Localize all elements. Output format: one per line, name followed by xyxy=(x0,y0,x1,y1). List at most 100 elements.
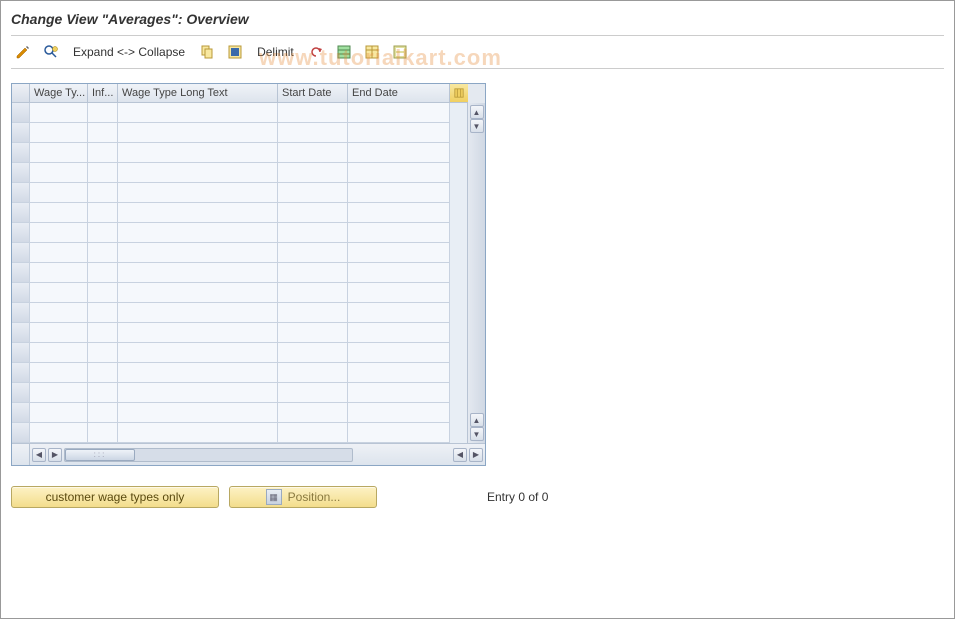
table-row[interactable] xyxy=(12,243,467,263)
row-selector[interactable] xyxy=(12,283,30,303)
cell-start-date[interactable] xyxy=(278,303,348,323)
cell-infotype[interactable] xyxy=(88,183,118,203)
cell-wage-long[interactable] xyxy=(118,323,278,343)
cell-end-date[interactable] xyxy=(348,243,450,263)
cell-start-date[interactable] xyxy=(278,203,348,223)
row-selector[interactable] xyxy=(12,163,30,183)
cell-wage-type[interactable] xyxy=(30,263,88,283)
row-selector[interactable] xyxy=(12,343,30,363)
cell-wage-type[interactable] xyxy=(30,343,88,363)
cell-end-date[interactable] xyxy=(348,143,450,163)
cell-start-date[interactable] xyxy=(278,243,348,263)
cell-start-date[interactable] xyxy=(278,183,348,203)
cell-end-date[interactable] xyxy=(348,183,450,203)
table-row[interactable] xyxy=(12,123,467,143)
select-all-icon[interactable] xyxy=(223,42,247,62)
cell-wage-long[interactable] xyxy=(118,223,278,243)
cell-infotype[interactable] xyxy=(88,283,118,303)
cell-infotype[interactable] xyxy=(88,363,118,383)
cell-end-date[interactable] xyxy=(348,203,450,223)
scroll-up-icon[interactable]: ▲ xyxy=(470,105,484,119)
scroll-up2-icon[interactable]: ▲ xyxy=(470,413,484,427)
customer-wage-types-button[interactable]: customer wage types only xyxy=(11,486,219,508)
scroll-down2-icon[interactable]: ▼ xyxy=(470,427,484,441)
cell-wage-type[interactable] xyxy=(30,403,88,423)
cell-infotype[interactable] xyxy=(88,243,118,263)
col-end-date[interactable]: End Date xyxy=(348,84,450,103)
cell-wage-type[interactable] xyxy=(30,143,88,163)
table-row[interactable] xyxy=(12,223,467,243)
row-selector[interactable] xyxy=(12,423,30,443)
cell-end-date[interactable] xyxy=(348,403,450,423)
undo-icon[interactable] xyxy=(304,42,328,62)
table-view-icon[interactable] xyxy=(360,42,384,62)
row-selector[interactable] xyxy=(12,383,30,403)
row-selector[interactable] xyxy=(12,263,30,283)
cell-infotype[interactable] xyxy=(88,203,118,223)
select-all-header[interactable] xyxy=(12,84,30,103)
copy-page-icon[interactable] xyxy=(195,42,219,62)
row-selector[interactable] xyxy=(12,223,30,243)
cell-infotype[interactable] xyxy=(88,143,118,163)
cell-end-date[interactable] xyxy=(348,383,450,403)
cell-wage-type[interactable] xyxy=(30,123,88,143)
cell-start-date[interactable] xyxy=(278,103,348,123)
cell-end-date[interactable] xyxy=(348,223,450,243)
cell-start-date[interactable] xyxy=(278,343,348,363)
cell-start-date[interactable] xyxy=(278,363,348,383)
expand-collapse-button[interactable]: Expand <-> Collapse xyxy=(67,45,191,59)
cell-end-date[interactable] xyxy=(348,163,450,183)
cell-wage-long[interactable] xyxy=(118,343,278,363)
row-selector[interactable] xyxy=(12,303,30,323)
cell-wage-long[interactable] xyxy=(118,403,278,423)
cell-end-date[interactable] xyxy=(348,123,450,143)
cell-end-date[interactable] xyxy=(348,283,450,303)
cell-start-date[interactable] xyxy=(278,123,348,143)
row-selector[interactable] xyxy=(12,363,30,383)
cell-end-date[interactable] xyxy=(348,323,450,343)
toggle-edit-icon[interactable] xyxy=(11,42,35,62)
table-row[interactable] xyxy=(12,203,467,223)
cell-wage-type[interactable] xyxy=(30,423,88,443)
cell-end-date[interactable] xyxy=(348,363,450,383)
cell-start-date[interactable] xyxy=(278,283,348,303)
cell-wage-long[interactable] xyxy=(118,303,278,323)
cell-wage-type[interactable] xyxy=(30,103,88,123)
cell-wage-long[interactable] xyxy=(118,143,278,163)
cell-infotype[interactable] xyxy=(88,383,118,403)
row-selector[interactable] xyxy=(12,203,30,223)
cell-wage-long[interactable] xyxy=(118,203,278,223)
row-selector[interactable] xyxy=(12,403,30,423)
cell-start-date[interactable] xyxy=(278,423,348,443)
cell-start-date[interactable] xyxy=(278,223,348,243)
cell-wage-long[interactable] xyxy=(118,243,278,263)
cell-infotype[interactable] xyxy=(88,343,118,363)
cell-start-date[interactable] xyxy=(278,383,348,403)
table-row[interactable] xyxy=(12,303,467,323)
print-output-icon[interactable] xyxy=(388,42,412,62)
row-selector[interactable] xyxy=(12,183,30,203)
cell-wage-type[interactable] xyxy=(30,223,88,243)
table-row[interactable] xyxy=(12,363,467,383)
scroll-left-icon[interactable]: ◀ xyxy=(32,448,46,462)
cell-wage-type[interactable] xyxy=(30,243,88,263)
cell-start-date[interactable] xyxy=(278,323,348,343)
cell-wage-long[interactable] xyxy=(118,123,278,143)
cell-infotype[interactable] xyxy=(88,323,118,343)
table-form-icon[interactable] xyxy=(332,42,356,62)
table-row[interactable] xyxy=(12,343,467,363)
cell-infotype[interactable] xyxy=(88,263,118,283)
row-selector[interactable] xyxy=(12,323,30,343)
cell-infotype[interactable] xyxy=(88,423,118,443)
cell-infotype[interactable] xyxy=(88,403,118,423)
cell-wage-type[interactable] xyxy=(30,163,88,183)
cell-wage-long[interactable] xyxy=(118,383,278,403)
cell-infotype[interactable] xyxy=(88,303,118,323)
table-row[interactable] xyxy=(12,143,467,163)
cell-end-date[interactable] xyxy=(348,343,450,363)
horizontal-scrollbar[interactable]: ◀ ▶ ::: xyxy=(30,448,453,462)
cell-infotype[interactable] xyxy=(88,163,118,183)
table-row[interactable] xyxy=(12,383,467,403)
table-row[interactable] xyxy=(12,163,467,183)
table-settings-icon[interactable] xyxy=(450,84,468,103)
